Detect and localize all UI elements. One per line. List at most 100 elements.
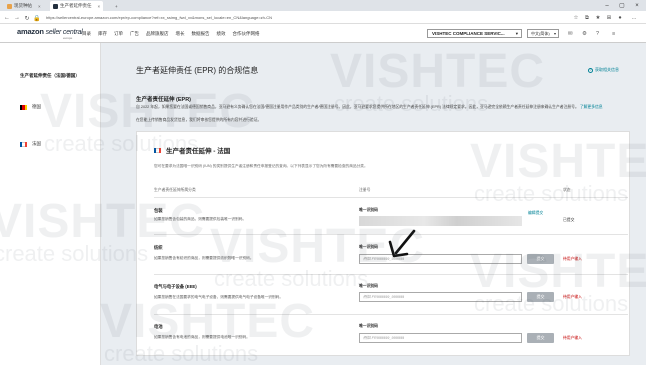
star-icon[interactable]: ☆ <box>572 14 580 22</box>
section-heading: 生产者责任延伸 (EPR) <box>136 97 192 103</box>
nav-stores[interactable]: 品牌旗舰店 <box>146 31 169 37</box>
chevron-down-icon: ▾ <box>553 31 556 36</box>
submit-button-textiles[interactable]: 提交 <box>527 254 554 264</box>
top-nav: 目录 库存 订单 广告 品牌旗舰店 增长 数据报告 绩效 合作伙伴网络 <box>82 31 260 37</box>
nav-growth[interactable]: 增长 <box>176 31 185 37</box>
row-title-batteries: 电池 <box>154 324 163 329</box>
more-icon[interactable]: … <box>630 14 638 22</box>
help-link[interactable]: ? 获取相关信息 <box>588 67 619 73</box>
reg-label-packaging: 唯一识别码 <box>359 208 378 212</box>
tab-favicon-icon <box>7 3 12 9</box>
menu-icon[interactable]: ≡ <box>612 31 615 37</box>
extensions-icon[interactable]: ⊞ <box>605 14 613 22</box>
registration-input-eee[interactable]: 例如 FR999999_999999 <box>359 292 522 302</box>
tab-label: 生产者延伸责任 <box>60 3 92 8</box>
update-link-packaging[interactable]: 编辑提交 <box>528 210 543 216</box>
status-batteries: 待用户输入 <box>563 336 582 340</box>
row-title-eee: 电气与电子设备 (EEE) <box>154 284 197 289</box>
card-title: 生产者责任延伸 - 法国 <box>154 145 230 155</box>
maximize-icon[interactable]: ▢ <box>615 0 629 11</box>
submit-button-eee[interactable]: 提交 <box>527 292 554 302</box>
sidebar-item-label: 法国 <box>32 141 41 146</box>
account-switcher[interactable]: VISHTEC COMPLIANCE SERVIC... ▾ <box>427 29 522 38</box>
nav-performance[interactable]: 绩效 <box>217 31 226 37</box>
sidebar: 生产者延伸责任（法国/德国） 德国 法国 <box>0 43 101 365</box>
sidebar-item-france[interactable]: 法国 <box>20 141 41 147</box>
france-epr-card: 生产者责任延伸 - 法国 您可在要求为法国唯一识别码 (IUN) 的类别提供生产… <box>136 131 630 356</box>
tab-favicon-icon <box>53 3 58 9</box>
url-field[interactable]: https://sellercentral-europe.amazon.com/… <box>42 13 562 22</box>
row-desc-batteries: 如果您销售含有电池的商品，则需要提供电池唯一识别码。 <box>154 335 250 339</box>
back-icon[interactable]: ← <box>3 14 11 22</box>
registration-input-batteries[interactable]: 例如 FR999999_999999 <box>359 333 522 343</box>
logo-region: europe <box>63 36 73 40</box>
row-title-packaging: 包装 <box>154 208 163 213</box>
nav-inventory[interactable]: 库存 <box>98 31 107 37</box>
browser-tab-1[interactable]: 现货种帖 × <box>4 1 44 11</box>
site-header: amazon seller central europe 目录 库存 订单 广告… <box>0 24 646 43</box>
row-title-textiles: 纺织 <box>154 245 163 250</box>
minimize-icon[interactable]: – <box>600 0 614 11</box>
browser-tab-bar: 现货种帖 × 生产者延伸责任 × + – ▢ × <box>0 0 646 11</box>
question-icon: ? <box>588 67 593 73</box>
flag-germany-icon <box>20 104 27 110</box>
column-header-status: 状态 <box>563 188 571 192</box>
learn-more-link[interactable]: 了解更多信息 <box>580 105 603 109</box>
new-tab-button[interactable]: + <box>112 1 121 11</box>
nav-ads[interactable]: 广告 <box>130 31 139 37</box>
column-header-registration: 注册号 <box>359 188 371 192</box>
logo-seller-central: seller central <box>45 29 83 36</box>
annotation-arrow-icon <box>388 229 416 258</box>
address-bar: ← → ↻ 🔒 https://sellercentral-europe.ama… <box>0 11 646 24</box>
account-name: VISHTEC COMPLIANCE SERVIC... <box>432 31 505 36</box>
row-desc-textiles: 如果您销售含有纺织的商品，则需要提供纺织物唯一识别码。 <box>154 256 254 260</box>
window-close-icon[interactable]: × <box>630 0 644 11</box>
close-icon[interactable]: × <box>38 4 41 9</box>
sidebar-item-germany[interactable]: 德国 <box>20 104 41 110</box>
profile-icon[interactable]: ● <box>616 14 624 22</box>
nav-catalog[interactable]: 目录 <box>82 31 91 37</box>
browser-tab-2[interactable]: 生产者延伸责任 × <box>50 1 104 11</box>
sidebar-title: 生产者延伸责任（法国/德国） <box>20 73 80 78</box>
help-link-label: 获取相关信息 <box>595 67 619 72</box>
epr-description-2: 在您能上传销售商品发货信息，我们将审核您提供的所有内容并进行验证。 <box>136 118 262 122</box>
tab-label: 现货种帖 <box>14 3 32 8</box>
lock-icon: 🔒 <box>33 15 41 22</box>
card-subtitle: 您可在要求为法国唯一识别码 (IUN) 的类别提供生产者注册和责任申报登记的查询… <box>154 164 368 168</box>
divider <box>154 314 628 315</box>
help-icon[interactable]: ? <box>596 31 599 37</box>
row-desc-eee: 如果您销售在法国要求的电气电子设备，则需要提供电气电子设备唯一识别码。 <box>154 295 284 299</box>
reg-value-redacted <box>359 216 522 226</box>
sidebar-item-label: 德国 <box>32 104 41 109</box>
nav-reports[interactable]: 数据报告 <box>192 31 210 37</box>
status-textiles: 待用户输入 <box>563 257 582 261</box>
description-text: 自 2022 年起，如果您要在法国或德国销售商品，亚马逊有义务确认您在法国/德国… <box>136 105 579 109</box>
card-title-text: 生产者责任延伸 - 法国 <box>166 148 231 155</box>
row-desc-packaging: 如果您销售含包装的商品，则需要提供包装唯一识别码。 <box>154 217 247 221</box>
status-eee: 待用户输入 <box>563 295 582 299</box>
chevron-down-icon: ▾ <box>515 30 518 36</box>
language-select[interactable]: 中文(简体) ▾ <box>527 29 559 38</box>
collections-icon[interactable]: ⧉ <box>583 14 591 22</box>
logo[interactable]: amazon seller central <box>17 27 83 36</box>
submit-button-batteries[interactable]: 提交 <box>527 333 554 343</box>
logo-main: amazon <box>17 27 44 36</box>
forward-icon[interactable]: → <box>13 14 21 22</box>
nav-partner-network[interactable]: 合作伙伴网络 <box>233 31 260 37</box>
reload-icon[interactable]: ↻ <box>23 14 31 22</box>
language-value: 中文(简体) <box>531 30 550 36</box>
divider <box>154 197 628 198</box>
reg-label-batteries: 唯一识别码 <box>359 324 378 328</box>
mail-icon[interactable]: ✉ <box>568 31 573 37</box>
divider <box>154 274 628 275</box>
page-title: 生产者延伸责任 (EPR) 的合规信息 <box>136 66 259 75</box>
gear-icon[interactable]: ⚙ <box>582 31 587 37</box>
flag-france-icon <box>20 141 27 147</box>
favorites-icon[interactable]: ★ <box>594 14 602 22</box>
flag-france-icon <box>154 147 161 153</box>
reg-label-textiles: 唯一识别码 <box>359 245 378 249</box>
column-header-category: 生产者责任延伸所属分类 <box>154 188 196 192</box>
status-packaging: 已提交 <box>563 218 575 222</box>
nav-orders[interactable]: 订单 <box>114 31 123 37</box>
close-icon[interactable]: × <box>98 4 101 9</box>
